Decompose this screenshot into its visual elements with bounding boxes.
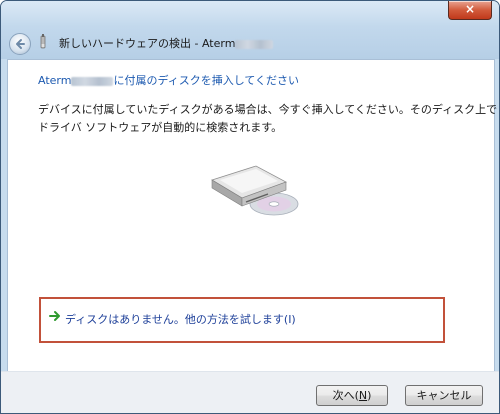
wizard-title-text: 新しいハードウェアの検出 - Aterm — [59, 37, 236, 50]
redacted-model-name — [235, 39, 274, 49]
green-arrow-icon — [49, 311, 60, 321]
heading-suffix: に付属のディスクを挿入してください — [113, 74, 300, 87]
title-bar: × 新しいハードウェアの検出 - Aterm — [1, 1, 499, 59]
redacted-model-name — [71, 76, 114, 86]
instruction-description: デバイスに付属していたディスクがある場合は、今すぐ挿入してください。そのディスク… — [38, 101, 498, 137]
back-arrow-icon — [16, 39, 25, 49]
description-line-2: ドライバ ソフトウェアが自動的に検索されます。 — [38, 121, 283, 134]
content-panel: Aterm に付属のディスクを挿入してください デバイスに付属していたディスクがあ… — [7, 59, 498, 373]
wizard-title: 新しいハードウェアの検出 - Aterm — [59, 35, 274, 51]
cancel-button[interactable]: キャンセル — [405, 385, 483, 406]
button-bar: 次へ(N) キャンセル — [1, 371, 499, 413]
back-button[interactable] — [9, 33, 31, 55]
instruction-heading: Aterm に付属のディスクを挿入してください — [38, 72, 299, 88]
next-button[interactable]: 次へ(N) — [316, 385, 388, 406]
close-icon: × — [464, 2, 476, 16]
next-label: 次へ( — [332, 389, 359, 402]
heading-prefix: Aterm — [38, 74, 72, 87]
disk-drive-icon — [211, 165, 299, 216]
next-label-end: ) — [367, 389, 372, 402]
device-icon — [40, 34, 46, 49]
wizard-window: × 新しいハードウェアの検出 - Aterm Aterm に付属のディスクを挿入し… — [0, 0, 500, 414]
description-line-1: デバイスに付属していたディスクがある場合は、今すぐ挿入してください。そのディスク… — [38, 103, 498, 116]
no-disk-option[interactable]: ディスクはありません。他の方法を試します(I) — [39, 297, 445, 343]
close-button[interactable]: × — [448, 1, 492, 20]
next-mnemonic: N — [358, 389, 368, 402]
no-disk-option-label: ディスクはありません。他の方法を試します(I) — [65, 313, 296, 326]
